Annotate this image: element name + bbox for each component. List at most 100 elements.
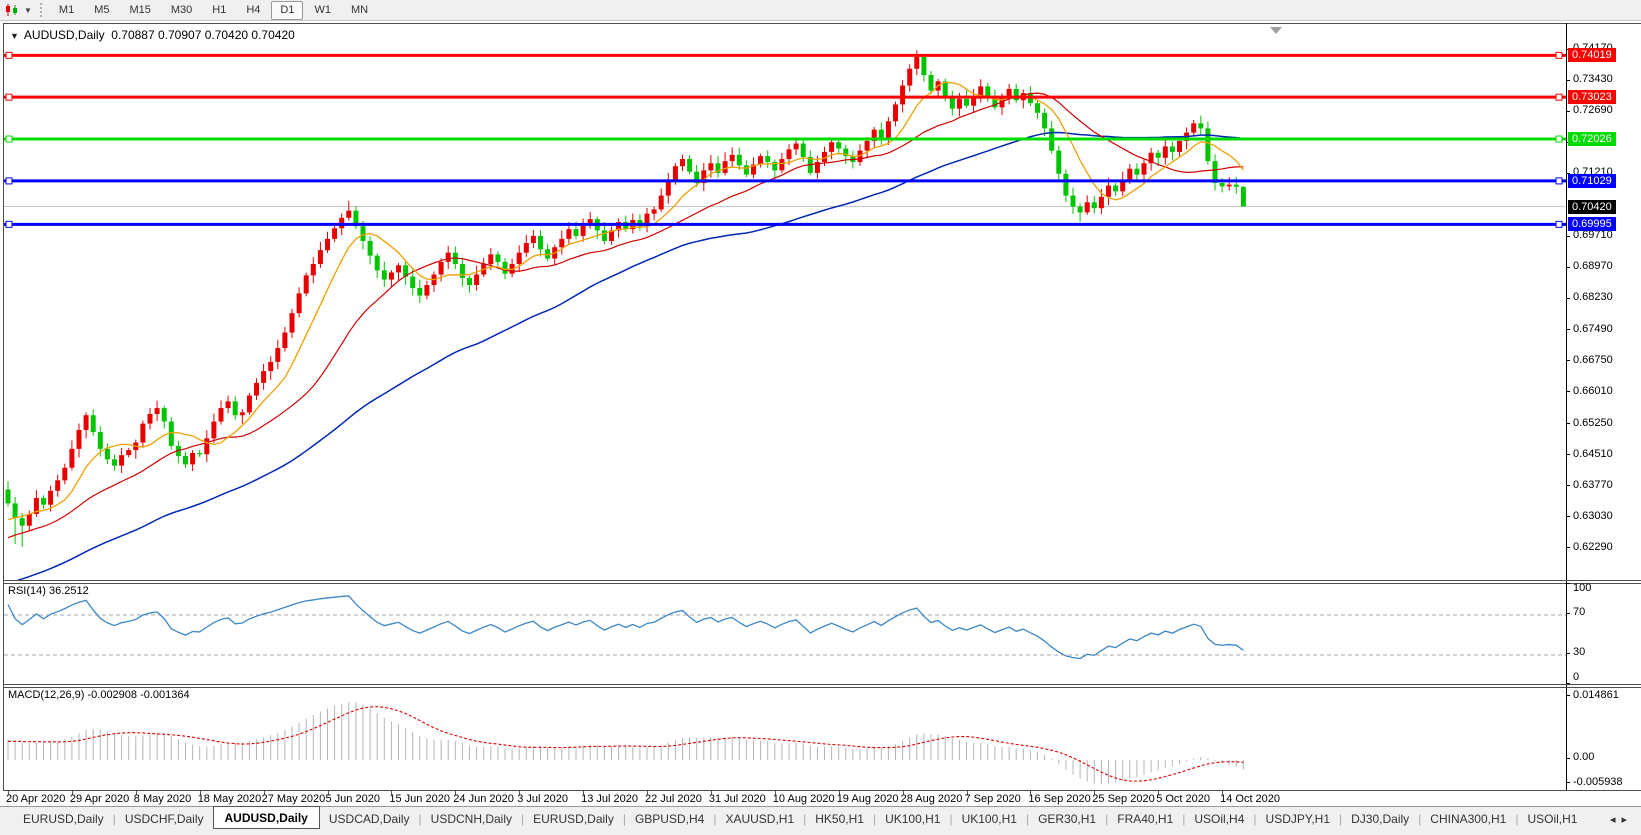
rsi-tick-label: 30 — [1573, 646, 1585, 658]
candle-series — [6, 50, 1246, 546]
line-handle[interactable] — [6, 94, 12, 100]
price-tag-0.73023: 0.73023 — [1568, 90, 1616, 104]
price-tick-label: 0.63030 — [1573, 510, 1613, 522]
date-label: 10 Aug 2020 — [773, 793, 835, 805]
axis-tick — [1566, 782, 1570, 783]
chart-shift-marker-icon[interactable] — [1270, 27, 1282, 34]
price-tick-label: 0.63770 — [1573, 479, 1613, 491]
timeframe-button-h1[interactable]: H1 — [203, 1, 235, 20]
chart-type-icon[interactable] — [4, 3, 20, 17]
axis-tick — [1566, 236, 1570, 237]
tab-scroll-left-icon[interactable]: ◂ — [1610, 814, 1622, 826]
chart-tab-dj30-daily[interactable]: DJ30,Daily — [1342, 810, 1418, 828]
date-label: 25 Sep 2020 — [1092, 793, 1154, 805]
price-tick-label: 0.66010 — [1573, 385, 1613, 397]
tab-scroll-right-icon[interactable]: ▸ — [1621, 814, 1633, 826]
price-tick-label: 0.65250 — [1573, 417, 1613, 429]
chart-tab-usoil-h4[interactable]: USOil,H4 — [1185, 810, 1253, 828]
line-handle[interactable] — [1556, 94, 1562, 100]
chart-tab-usoil-h1[interactable]: USOil,H1 — [1518, 810, 1586, 828]
date-label: 20 Apr 2020 — [6, 793, 65, 805]
tabs: EURUSD,Daily|USDCHF,DailyAUDUSD,DailyUSD… — [14, 810, 1586, 829]
chart-tab-usdchf-daily[interactable]: USDCHF,Daily — [116, 810, 213, 828]
date-label: 16 Sep 2020 — [1028, 793, 1090, 805]
price-tick-label: 0.62290 — [1573, 541, 1613, 553]
timeframe-button-m1[interactable]: M1 — [50, 1, 83, 20]
chart-tab-fra40-h1[interactable]: FRA40,H1 — [1108, 810, 1182, 828]
axis-tick — [1566, 695, 1570, 696]
price-tag-0.74019: 0.74019 — [1568, 48, 1616, 62]
chart-tab-gbpusd-h4[interactable]: GBPUSD,H4 — [626, 810, 713, 828]
chart-title: ▼AUDUSD,Daily 0.70887 0.70907 0.70420 0.… — [10, 28, 295, 42]
ma-slow-line — [8, 133, 1243, 580]
date-label: 22 Jul 2020 — [645, 793, 702, 805]
chart-tab-china300-h1[interactable]: CHINA300,H1 — [1421, 810, 1515, 828]
line-handle[interactable] — [1556, 221, 1562, 227]
rsi-panel[interactable] — [4, 582, 1566, 684]
axis-tick — [1566, 454, 1570, 455]
timeframe-button-w1[interactable]: W1 — [305, 1, 340, 20]
price-tick-label: 0.64510 — [1573, 448, 1613, 460]
chart-area — [0, 22, 1641, 791]
chart-tab-uk100-h1[interactable]: UK100,H1 — [876, 810, 949, 828]
timeframe-buttons: M1M5M15M30H1H4D1W1MN — [50, 1, 377, 20]
axis-tick — [1566, 329, 1570, 330]
line-handle[interactable] — [6, 52, 12, 58]
main-rsi-separator[interactable] — [3, 580, 1641, 581]
chart-tab-usdjpy-h1[interactable]: USDJPY,H1 — [1257, 810, 1339, 828]
chart-tab-hk50-h1[interactable]: HK50,H1 — [806, 810, 873, 828]
date-label: 24 Jun 2020 — [453, 793, 514, 805]
date-label: 28 Aug 2020 — [901, 793, 963, 805]
timeframe-button-d1[interactable]: D1 — [271, 1, 303, 20]
timeframe-button-m30[interactable]: M30 — [162, 1, 201, 20]
axis-tick — [1566, 758, 1570, 759]
price-tick-label: 0.68230 — [1573, 291, 1613, 303]
line-handle[interactable] — [1556, 178, 1562, 184]
chart-tab-usdcnh-daily[interactable]: USDCNH,Daily — [422, 810, 521, 828]
line-handle[interactable] — [6, 221, 12, 227]
axis-tick — [1566, 267, 1570, 268]
chart-tab-eurusd-daily[interactable]: EURUSD,Daily — [14, 810, 113, 828]
macd-signal-line — [8, 707, 1243, 782]
timeframe-button-m15[interactable]: M15 — [120, 1, 159, 20]
chart-tab-ger30-h1[interactable]: GER30,H1 — [1029, 810, 1105, 828]
symbol-dropdown-icon[interactable]: ▼ — [10, 31, 19, 41]
price-tick-label: 0.67490 — [1573, 323, 1613, 335]
axis-tick — [1566, 298, 1570, 299]
rsi-tick-label: 100 — [1573, 582, 1591, 594]
chart-tab-audusd-daily[interactable]: AUDUSD,Daily — [213, 806, 320, 829]
rsi-label: RSI(14) 36.2512 — [8, 585, 89, 597]
date-label: 13 Jul 2020 — [581, 793, 638, 805]
line-handle[interactable] — [6, 178, 12, 184]
timeframe-button-m5[interactable]: M5 — [85, 1, 118, 20]
chart-tab-xauusd-h1[interactable]: XAUUSD,H1 — [716, 810, 803, 828]
line-handle[interactable] — [1556, 136, 1562, 142]
main-price-panel[interactable] — [4, 24, 1566, 580]
timeframe-button-h4[interactable]: H4 — [237, 1, 269, 20]
price-tick-label: 0.72690 — [1573, 104, 1613, 116]
axis-tick — [1566, 613, 1570, 614]
axis-tick — [1566, 391, 1570, 392]
macd-bottom-border — [3, 790, 1641, 791]
macd-histogram — [8, 702, 1243, 784]
date-label: 27 May 2020 — [262, 793, 326, 805]
line-handle[interactable] — [1556, 52, 1562, 58]
date-label: 8 May 2020 — [134, 793, 191, 805]
chart-tab-bar: EURUSD,Daily|USDCHF,DailyAUDUSD,DailyUSD… — [0, 806, 1641, 835]
date-label: 3 Jul 2020 — [517, 793, 568, 805]
chart-tab-usdcad-daily[interactable]: USDCAD,Daily — [320, 810, 419, 828]
tab-scroll-arrows: ◂▸ — [1610, 813, 1633, 826]
axis-tick — [1566, 653, 1570, 654]
chart-tab-eurusd-daily[interactable]: EURUSD,Daily — [524, 810, 623, 828]
chart-ohlc-quote: 0.70887 0.70907 0.70420 0.70420 — [111, 28, 295, 42]
rsi-tick-label: 70 — [1573, 606, 1585, 618]
line-handle[interactable] — [6, 136, 12, 142]
macd-panel[interactable] — [4, 686, 1566, 790]
macd-tick-label: -0.005938 — [1573, 776, 1623, 788]
axis-tick — [1566, 111, 1570, 112]
chevron-down-icon[interactable]: ▼ — [24, 6, 32, 15]
terminal-window: ▼ M1M5M15M30H1H4D1W1MN ▼AUDUSD,Daily 0.7… — [0, 0, 1641, 835]
rsi-macd-separator[interactable] — [3, 684, 1641, 685]
timeframe-button-mn[interactable]: MN — [342, 1, 377, 20]
chart-tab-uk100-h1[interactable]: UK100,H1 — [953, 810, 1026, 828]
